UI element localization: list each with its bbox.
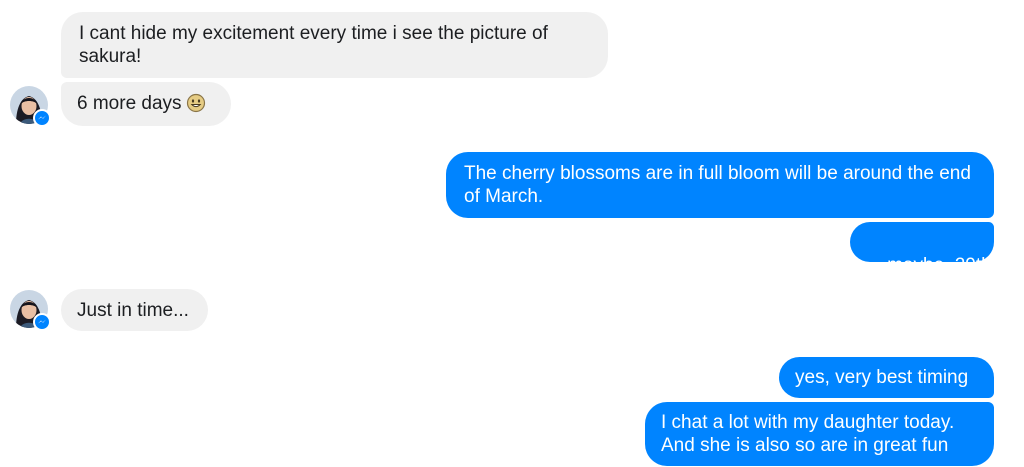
- contact-avatar[interactable]: [10, 290, 51, 331]
- outgoing-message-bubble[interactable]: maybe 29th: [850, 222, 994, 276]
- message-text: I cant hide my excitement every time i s…: [79, 23, 548, 67]
- outgoing-message-bubble[interactable]: The cherry blossoms are in full bloom wi…: [446, 152, 994, 218]
- messenger-badge-icon: [33, 109, 51, 127]
- messenger-badge-icon: [33, 313, 51, 331]
- message-text: The cherry blossoms are in full bloom wi…: [464, 163, 971, 207]
- message-text: I chat a lot with my daughter today. And…: [661, 412, 955, 456]
- message-text: Just in time...: [77, 300, 189, 321]
- incoming-message-bubble[interactable]: Just in time...: [61, 289, 208, 331]
- outgoing-message-bubble[interactable]: yes, very best timing: [779, 357, 994, 398]
- smiley-emoji-icon: [186, 93, 205, 113]
- incoming-message-bubble[interactable]: 6 more days: [61, 82, 231, 126]
- message-text: 6 more days: [77, 93, 182, 114]
- chat-thread: I cant hide my excitement every time i s…: [0, 0, 1024, 467]
- message-text: maybe 29th: [887, 255, 992, 276]
- outgoing-message-bubble[interactable]: I chat a lot with my daughter today. And…: [645, 402, 994, 466]
- incoming-message-bubble[interactable]: I cant hide my excitement every time i s…: [61, 12, 608, 78]
- contact-avatar[interactable]: [10, 86, 51, 127]
- message-text: yes, very best timing: [795, 367, 969, 388]
